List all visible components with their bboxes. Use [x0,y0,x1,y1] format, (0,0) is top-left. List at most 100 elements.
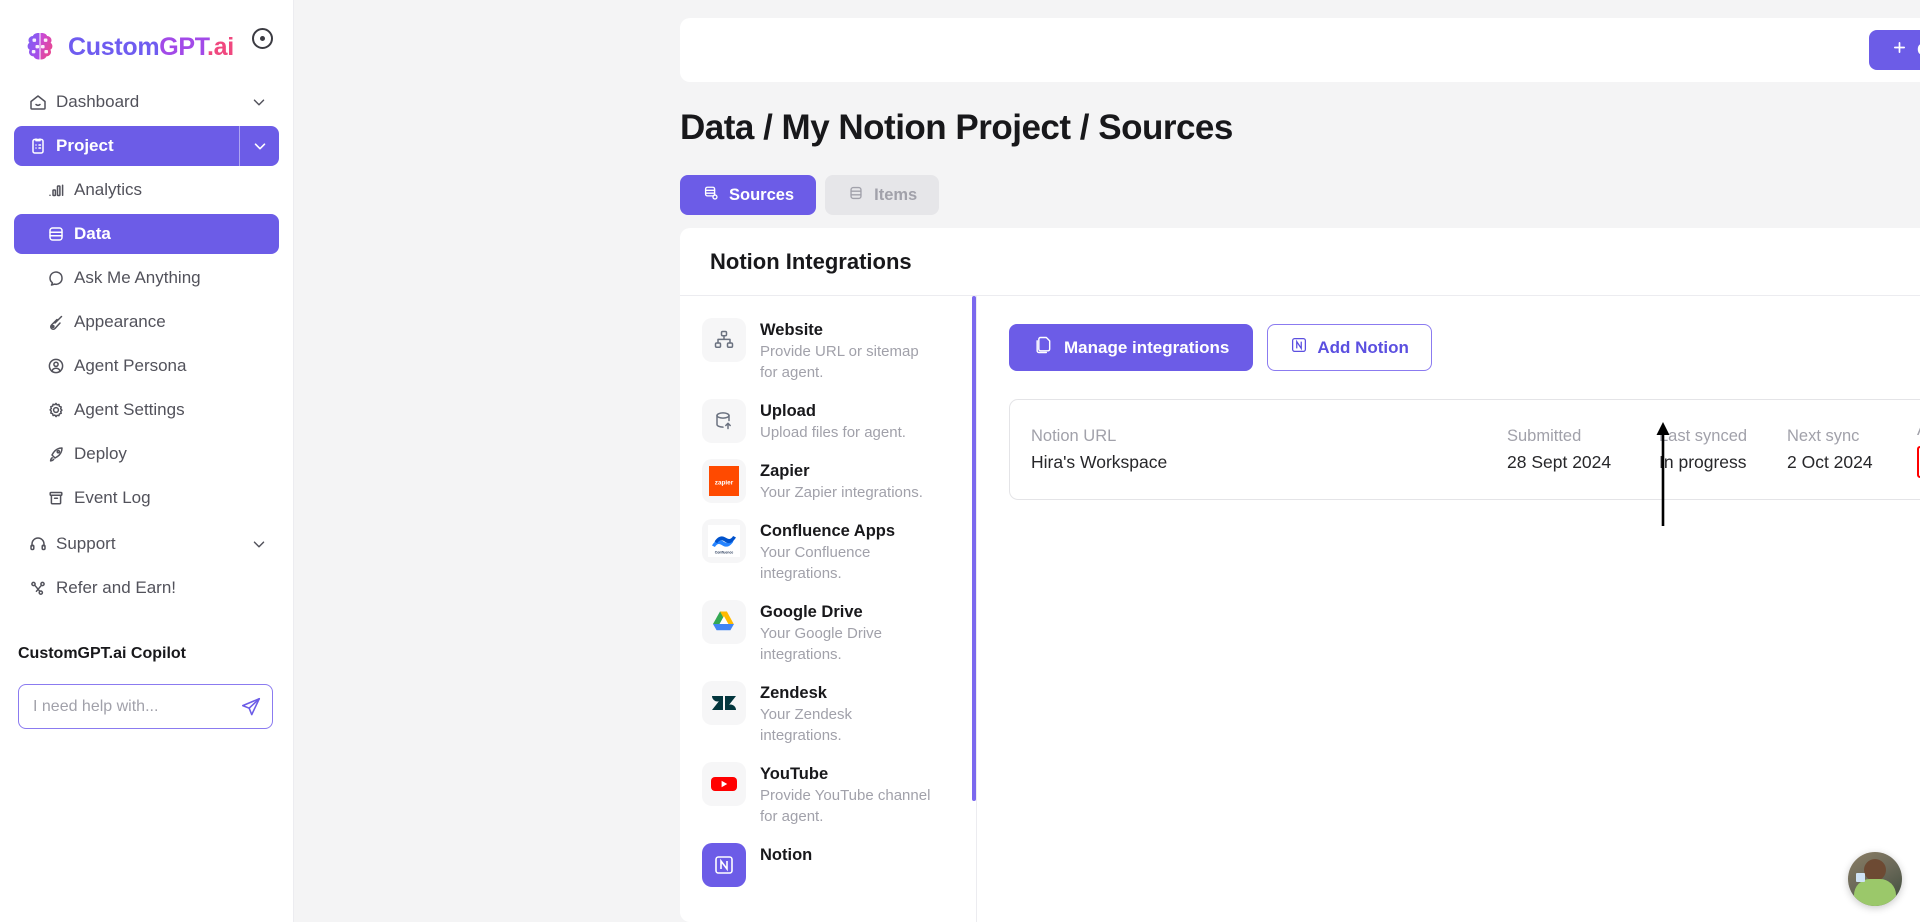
clipboard-icon [20,136,56,156]
bar-chart-icon [38,180,74,200]
brand-name: CustomGPT.ai [68,33,234,62]
home-icon [20,92,56,112]
sidebar-item-label: Analytics [74,180,143,199]
integration-desc: Upload files for agent. [760,424,906,441]
headset-icon [20,534,56,554]
sidebar-nav: Dashboard Project Analytics Data Ask Me … [0,72,293,608]
integration-desc: Your Zendesk integrations. [760,706,853,744]
panel-body: Website Provide URL or sitemap for agent… [680,296,1920,922]
chevron-down-icon[interactable] [239,535,279,553]
integration-detail: Manage integrations Add Notion Notion UR… [977,296,1920,922]
list-item[interactable]: Zendesk Your Zendesk integrations. [702,681,966,746]
paintbrush-icon [38,312,74,332]
collapse-sidebar-icon[interactable] [252,28,273,49]
tab-items[interactable]: Items [825,175,940,215]
cell-value: In progress [1659,451,1747,472]
sidebar-item-support[interactable]: Support [14,524,279,564]
sidebar-item-label: Data [74,224,111,243]
integrations-panel: Notion Integrations Website Provide URL … [680,228,1920,922]
sidebar-item-label: Project [56,136,114,155]
tab-bar: Sources Items [680,175,940,215]
manage-integrations-button[interactable]: Manage integrations [1009,324,1254,371]
support-agent-avatar[interactable] [1848,852,1902,906]
integration-desc: Your Confluence integrations. [760,544,871,582]
column-header: Next sync [1787,426,1860,445]
detail-actions: Manage integrations Add Notion [1009,324,1920,371]
integration-name: YouTube [760,765,829,783]
integration-name: Confluence Apps [760,522,896,540]
add-notion-button[interactable]: Add Notion [1267,324,1432,371]
rocket-icon [38,444,74,464]
cell-value: 2 Oct 2024 [1787,451,1873,472]
column-header: Submitted [1507,426,1582,445]
sidebar-item-agent-settings[interactable]: Agent Settings [14,390,279,430]
sidebar-item-ask-me-anything[interactable]: Ask Me Anything [14,258,279,298]
sidebar-item-deploy[interactable]: Deploy [14,434,279,474]
integration-desc: Your Google Drive integrations. [760,625,883,663]
brand-name-part-3: .ai [207,32,234,61]
sidebar-item-agent-persona[interactable]: Agent Persona [14,346,279,386]
app-root: CustomGPT.ai Dashboard Project Analytics… [0,0,1920,922]
integration-name: Notion [760,846,813,864]
copilot-input-wrap[interactable] [18,684,273,729]
sidebar-item-analytics[interactable]: Analytics [14,170,279,210]
chat-bubble-icon [38,268,74,288]
google-drive-logo-icon [702,600,746,644]
sidebar-item-label: Refer and Earn! [56,578,177,597]
sidebar-item-data[interactable]: Data [14,214,279,254]
paper-plane-icon[interactable] [240,696,262,718]
list-item[interactable]: zapier Zapier Your Zapier integrations. [702,459,966,503]
brain-logo-icon [22,29,58,65]
notion-logo-icon [702,843,746,887]
cell-notion-url: Notion URL Hira's Workspace [1031,427,1507,473]
integration-name: Zapier [760,462,810,480]
column-header: Notion URL [1031,426,1117,445]
chevron-down-icon[interactable] [239,126,279,166]
list-item[interactable]: Confluence Confluence Apps Your Confluen… [702,519,966,584]
cell-value: Hira's Workspace [1031,451,1168,472]
add-notion-label: Add Notion [1317,337,1409,357]
list-item[interactable]: YouTube Provide YouTube channel for agen… [702,762,966,827]
sidebar-item-label: Ask Me Anything [74,268,201,287]
tab-sources-label: Sources [729,185,795,204]
scrollbar-thumb[interactable] [972,296,976,801]
column-header: Last synced [1659,426,1748,445]
integration-name: Zendesk [760,684,827,702]
sidebar-item-label: Deploy [74,444,127,463]
sitemap-icon [702,318,746,362]
copy-documents-icon [1033,335,1053,360]
brand: CustomGPT.ai [0,0,293,72]
share-nodes-icon [20,578,56,598]
list-item[interactable]: Notion [702,843,966,887]
notion-logo-icon [1290,336,1308,359]
database-icon [38,224,74,244]
page-title: Data / My Notion Project / Sources [680,108,1233,147]
sidebar-item-label: Dashboard [56,92,140,111]
gear-icon [38,400,74,420]
sidebar-item-refer-and-earn[interactable]: Refer and Earn! [14,568,279,608]
integration-name: Upload [760,402,816,420]
sidebar-item-appearance[interactable]: Appearance [14,302,279,342]
integration-list: Website Provide URL or sitemap for agent… [680,296,977,922]
integration-list-scrollbar[interactable] [972,296,976,922]
zendesk-logo-icon [702,681,746,725]
list-item[interactable]: Google Drive Your Google Drive integrati… [702,600,966,665]
sidebar-item-project[interactable]: Project [14,126,279,166]
list-item[interactable]: Website Provide URL or sitemap for agent… [702,318,966,383]
chevron-down-icon[interactable] [239,93,279,111]
integration-desc: Provide YouTube channel for agent. [760,787,931,825]
tab-sources[interactable]: Sources [680,175,817,215]
sidebar-item-label: Agent Persona [74,356,187,375]
cell-next-sync: Next sync 2 Oct 2024 [1787,427,1917,473]
copilot-input[interactable] [33,697,240,716]
sidebar-item-dashboard[interactable]: Dashboard [14,82,279,122]
sidebar-item-event-log[interactable]: Event Log [14,478,279,518]
svg-text:zapier: zapier [715,480,734,487]
plus-icon [1891,39,1908,61]
create-project-button[interactable]: Create Project [1869,30,1920,70]
cell-submitted: Submitted 28 Sept 2024 [1507,427,1659,473]
sidebar-item-label: Appearance [74,312,166,331]
cell-last-synced: Last synced In progress [1659,427,1787,473]
database-icon [847,184,865,207]
list-item[interactable]: Upload Upload files for agent. [702,399,966,443]
